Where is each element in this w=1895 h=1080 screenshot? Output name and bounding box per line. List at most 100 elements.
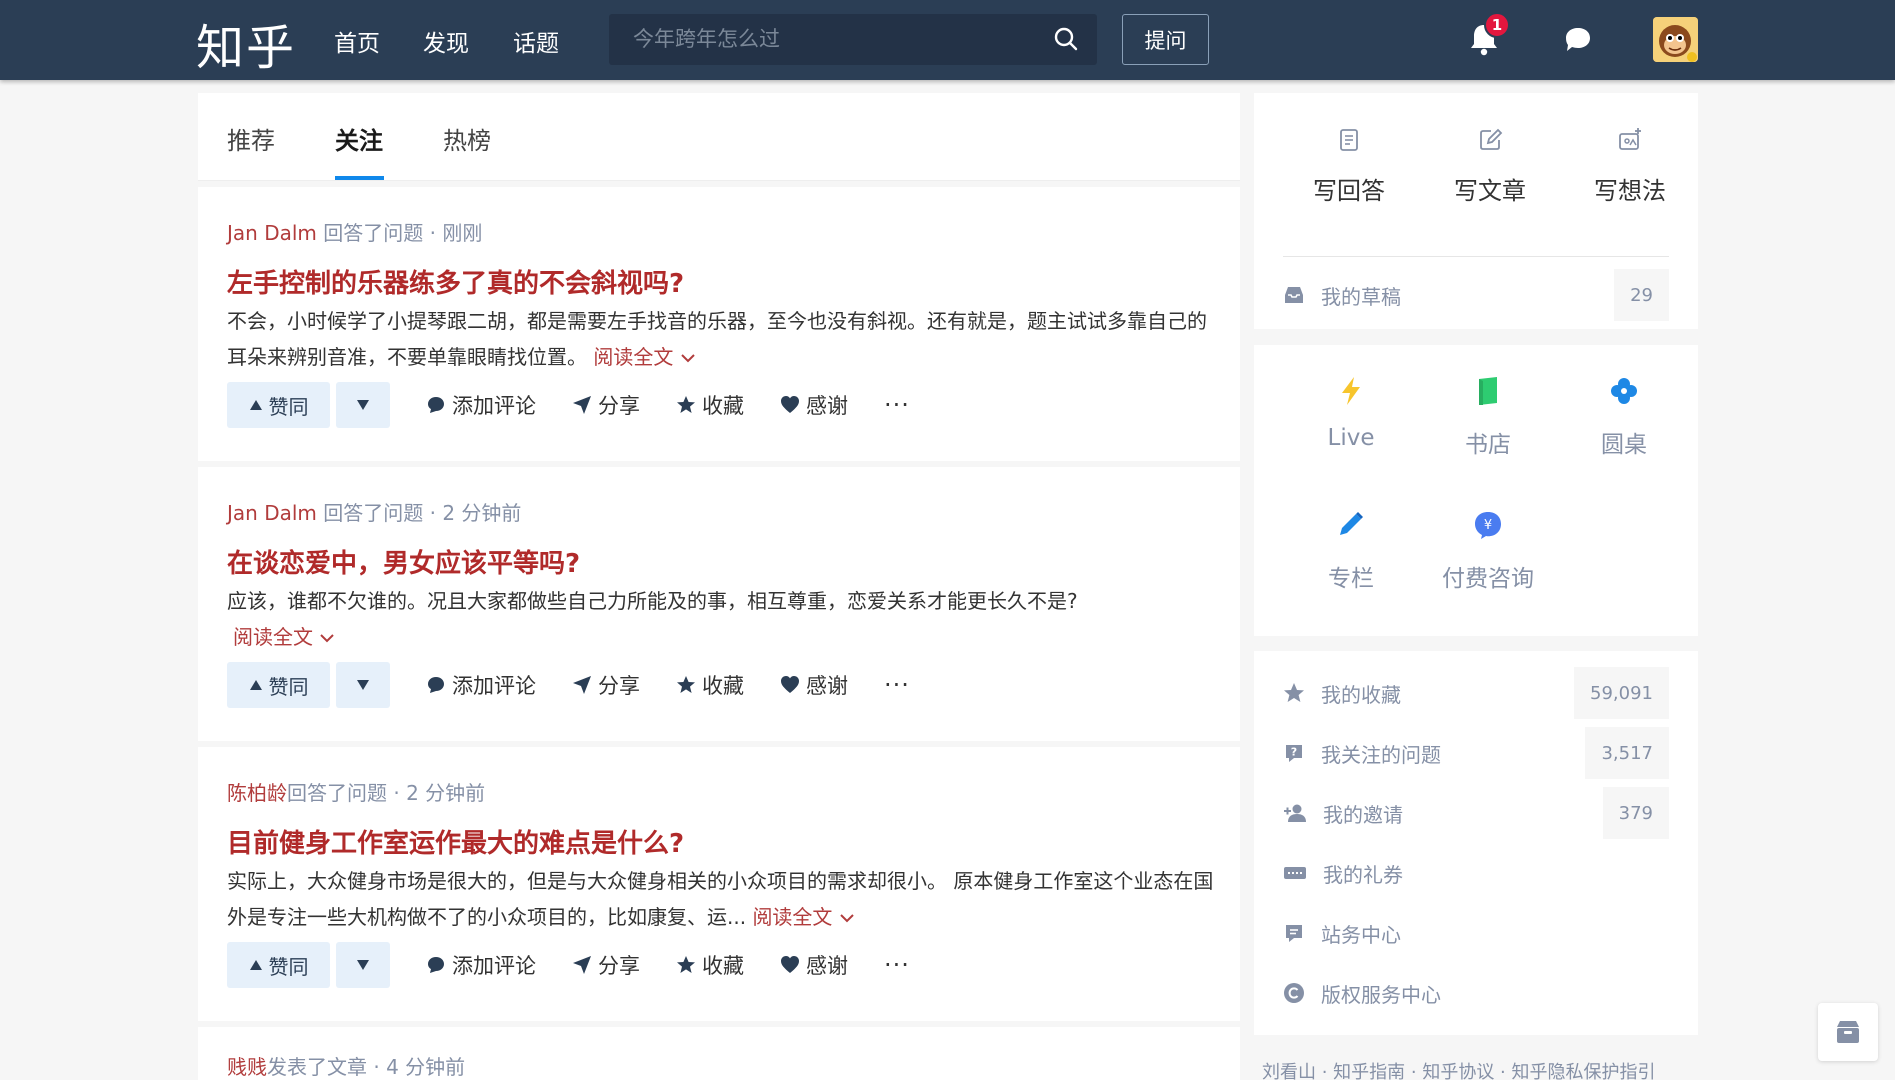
chevron-down-icon bbox=[840, 914, 854, 923]
write-article-button[interactable]: 写文章 bbox=[1430, 127, 1550, 206]
tool-paid-consult[interactable]: ¥ 付费咨询 bbox=[1428, 509, 1548, 593]
collect-button[interactable]: 收藏 bbox=[676, 950, 744, 980]
svg-text:¥: ¥ bbox=[1484, 518, 1492, 533]
more-options-button[interactable]: ··· bbox=[884, 951, 910, 979]
tool-bookstore-label: 书店 bbox=[1465, 432, 1511, 458]
followed-questions-link[interactable]: ? 我关注的问题 3,517 bbox=[1283, 727, 1669, 779]
downvote-button[interactable] bbox=[336, 382, 390, 428]
activity-text: 发表了文章 · 4 分钟前 bbox=[267, 1055, 466, 1079]
comment-button[interactable]: 添加评论 bbox=[426, 670, 536, 700]
read-more-link[interactable]: 阅读全文 bbox=[233, 625, 335, 649]
tab-following[interactable]: 关注 bbox=[335, 121, 383, 156]
answer-excerpt[interactable]: 不会，小时候学了小提琴跟二胡，都是需要左手找音的乐器，至今也没有斜视。还有就是，… bbox=[227, 303, 1217, 375]
ask-button[interactable]: 提问 bbox=[1122, 14, 1209, 65]
more-options-button[interactable]: ··· bbox=[884, 391, 910, 419]
idea-image-icon bbox=[1619, 128, 1641, 150]
read-more-link[interactable]: 阅读全文 bbox=[752, 905, 854, 929]
share-label: 分享 bbox=[598, 954, 640, 978]
my-coupons-link[interactable]: 我的礼券 bbox=[1283, 847, 1669, 899]
nav-topics[interactable]: 话题 bbox=[513, 24, 559, 58]
question-bubble-icon: ? bbox=[1286, 745, 1302, 762]
svg-text:?: ? bbox=[1291, 746, 1297, 759]
footer-links[interactable]: 刘看山 · 知乎指南 · 知乎协议 · 知乎隐私保护指引 bbox=[1262, 1058, 1656, 1080]
question-title[interactable]: 目前健身工作室运作最大的难点是什么? bbox=[227, 823, 684, 860]
my-links-panel: 我的收藏 59,091 ? 我关注的问题 3,517 我的邀请 379 我的礼券… bbox=[1254, 651, 1698, 1035]
share-label: 分享 bbox=[598, 394, 640, 418]
thanks-button[interactable]: 感谢 bbox=[780, 390, 848, 420]
drafts-count: 29 bbox=[1614, 269, 1669, 321]
tab-hot[interactable]: 热榜 bbox=[443, 121, 491, 156]
my-collections-label: 我的收藏 bbox=[1321, 682, 1401, 707]
share-icon bbox=[573, 956, 591, 974]
chat-bubble-icon[interactable] bbox=[1562, 24, 1594, 56]
upvote-button[interactable]: 赞同 bbox=[227, 662, 330, 708]
write-article-label: 写文章 bbox=[1454, 177, 1526, 205]
pen-icon bbox=[1340, 512, 1363, 535]
action-bar: 赞同 添加评论 分享 收藏 感谢 ··· bbox=[227, 942, 910, 988]
write-answer-button[interactable]: 写回答 bbox=[1289, 127, 1409, 206]
heart-icon bbox=[781, 956, 799, 973]
copyright-service-link[interactable]: 版权服务中心 bbox=[1283, 967, 1669, 1019]
notification-badge: 1 bbox=[1484, 12, 1510, 38]
avatar[interactable] bbox=[1653, 17, 1698, 62]
search-input[interactable] bbox=[633, 24, 1033, 54]
my-invitations-link[interactable]: 我的邀请 379 bbox=[1283, 787, 1669, 839]
thanks-button[interactable]: 感谢 bbox=[780, 670, 848, 700]
tool-column[interactable]: 专栏 bbox=[1291, 509, 1411, 593]
author-name[interactable]: Jan Dalm bbox=[227, 221, 317, 245]
upvote-button[interactable]: 赞同 bbox=[227, 942, 330, 988]
excerpt-text: 应该，谁都不欠谁的。况且大家都做些自己力所能及的事，相互尊重，恋爱关系才能更长久… bbox=[227, 589, 1078, 613]
author-name[interactable]: 陈柏龄 bbox=[227, 781, 287, 805]
comment-button[interactable]: 添加评论 bbox=[426, 950, 536, 980]
floating-action-button[interactable] bbox=[1818, 1003, 1878, 1061]
tool-live[interactable]: Live bbox=[1291, 375, 1411, 451]
feed-tabs: 推荐 关注 热榜 bbox=[198, 93, 1240, 181]
answer-excerpt[interactable]: 实际上，大众健身市场是很大的，但是与大众健身相关的小众项目的需求却很小。 原本健… bbox=[227, 863, 1217, 935]
ticket-icon bbox=[1284, 867, 1306, 879]
my-collections-link[interactable]: 我的收藏 59,091 bbox=[1283, 667, 1669, 719]
inbox-icon bbox=[1285, 287, 1303, 303]
thanks-button[interactable]: 感谢 bbox=[780, 950, 848, 980]
question-title[interactable]: 在谈恋爱中，男女应该平等吗? bbox=[227, 543, 580, 580]
author-name[interactable]: 贱贱 bbox=[227, 1055, 267, 1079]
zhihu-logo[interactable]: 知乎 bbox=[196, 8, 296, 78]
downvote-button[interactable] bbox=[336, 942, 390, 988]
share-icon bbox=[573, 396, 591, 414]
copyright-icon bbox=[1284, 983, 1304, 1003]
action-bar: 赞同 添加评论 分享 收藏 感谢 ··· bbox=[227, 382, 910, 428]
answer-excerpt[interactable]: 应该，谁都不欠谁的。况且大家都做些自己力所能及的事，相互尊重，恋爱关系才能更长久… bbox=[227, 583, 1217, 655]
search-icon[interactable] bbox=[1053, 26, 1079, 52]
tool-bookstore[interactable]: 书店 bbox=[1428, 375, 1548, 459]
message-box-icon bbox=[1286, 925, 1302, 942]
excerpt-text: 实际上，大众健身市场是很大的，但是与大众健身相关的小众项目的需求却很小。 原本健… bbox=[227, 869, 1214, 929]
upvote-button[interactable]: 赞同 bbox=[227, 382, 330, 428]
share-button[interactable]: 分享 bbox=[572, 950, 640, 980]
tool-roundtable[interactable]: 圆桌 bbox=[1564, 375, 1684, 459]
read-more-link[interactable]: 阅读全文 bbox=[593, 345, 695, 369]
activity-text: 回答了问题 · 2 分钟前 bbox=[316, 501, 522, 525]
site-service-link[interactable]: 站务中心 bbox=[1283, 907, 1669, 959]
collect-button[interactable]: 收藏 bbox=[676, 390, 744, 420]
question-title[interactable]: 左手控制的乐器练多了真的不会斜视吗? bbox=[227, 263, 684, 300]
downvote-button[interactable] bbox=[336, 662, 390, 708]
tab-recommend[interactable]: 推荐 bbox=[227, 121, 275, 156]
nav-home[interactable]: 首页 bbox=[334, 24, 380, 58]
search-box bbox=[609, 14, 1097, 65]
drafts-link[interactable]: 我的草稿 29 bbox=[1283, 269, 1669, 321]
share-button[interactable]: 分享 bbox=[572, 670, 640, 700]
nav-discover[interactable]: 发现 bbox=[423, 24, 469, 58]
triangle-down-icon bbox=[357, 960, 369, 970]
comment-button[interactable]: 添加评论 bbox=[426, 390, 536, 420]
tool-live-label: Live bbox=[1327, 425, 1375, 451]
action-bar: 赞同 添加评论 分享 收藏 感谢 ··· bbox=[227, 662, 910, 708]
more-options-button[interactable]: ··· bbox=[884, 671, 910, 699]
write-answer-label: 写回答 bbox=[1313, 177, 1385, 205]
share-button[interactable]: 分享 bbox=[572, 390, 640, 420]
upvote-label: 赞同 bbox=[268, 954, 309, 979]
comment-icon bbox=[428, 397, 444, 413]
collect-button[interactable]: 收藏 bbox=[676, 670, 744, 700]
collect-label: 收藏 bbox=[702, 954, 744, 978]
write-idea-button[interactable]: 写想法 bbox=[1570, 127, 1690, 206]
author-name[interactable]: Jan Dalm bbox=[227, 501, 317, 525]
followed-questions-label: 我关注的问题 bbox=[1321, 742, 1441, 767]
